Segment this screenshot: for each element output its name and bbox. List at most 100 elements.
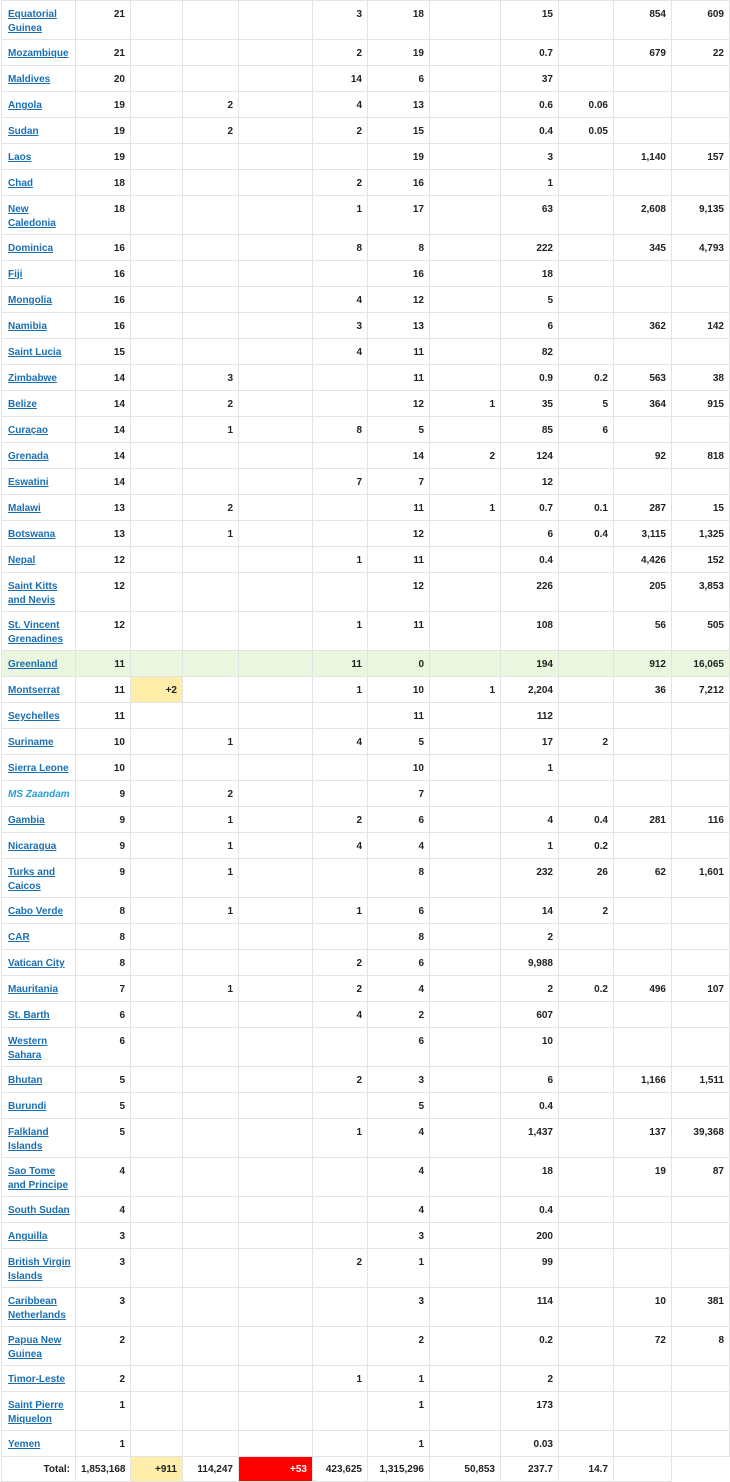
country-link[interactable]: Sao Tome and Principe bbox=[8, 1166, 68, 1191]
total-deaths-cell: 1 bbox=[182, 897, 239, 924]
country-link[interactable]: Yemen bbox=[8, 1439, 40, 1450]
new-deaths-cell bbox=[238, 442, 313, 469]
country-link[interactable]: South Sudan bbox=[8, 1205, 70, 1216]
total-recovered-cell bbox=[312, 494, 368, 521]
tests-per-1m-cell: 16,065 bbox=[671, 650, 730, 677]
country-link[interactable]: St. Barth bbox=[8, 1010, 50, 1021]
active-cases-cell: 4 bbox=[367, 1157, 430, 1197]
country-link[interactable]: Anguilla bbox=[8, 1231, 47, 1242]
new-cases-cell bbox=[130, 143, 183, 170]
country-link[interactable]: British Virgin Islands bbox=[8, 1257, 71, 1282]
deaths-per-1m-cell bbox=[558, 572, 614, 612]
active-cases-cell: 5 bbox=[367, 1092, 430, 1119]
country-link[interactable]: Suriname bbox=[8, 737, 54, 748]
tests-per-1m-cell: 505 bbox=[671, 611, 730, 651]
country-cell: Turks and Caicos bbox=[1, 858, 76, 898]
total-deaths-cell bbox=[182, 676, 239, 703]
total-deaths-cell bbox=[182, 949, 239, 976]
country-link[interactable]: Montserrat bbox=[8, 685, 60, 696]
cases-per-1m-cell: 0.2 bbox=[500, 1326, 559, 1366]
country-link[interactable]: Maldives bbox=[8, 74, 50, 85]
country-link[interactable]: Nicaragua bbox=[8, 841, 56, 852]
country-link[interactable]: Saint Lucia bbox=[8, 347, 61, 358]
total-tests-cell bbox=[613, 286, 672, 313]
country-link[interactable]: Fiji bbox=[8, 269, 22, 280]
total-tests-cell bbox=[613, 1196, 672, 1223]
deaths-per-1m-cell bbox=[558, 39, 614, 66]
country-link[interactable]: Western Sahara bbox=[8, 1036, 47, 1061]
total-cases-cell: 3 bbox=[75, 1222, 131, 1249]
new-deaths-cell bbox=[238, 312, 313, 339]
country-link[interactable]: Saint Pierre Miquelon bbox=[8, 1400, 64, 1425]
country-link[interactable]: Turks and Caicos bbox=[8, 867, 55, 892]
total-tests-cell bbox=[613, 1391, 672, 1431]
total-cases-cell: 16 bbox=[75, 286, 131, 313]
deaths-per-1m-cell bbox=[558, 949, 614, 976]
country-link[interactable]: Chad bbox=[8, 178, 33, 189]
country-link[interactable]: Falkland Islands bbox=[8, 1127, 49, 1152]
country-link[interactable]: Gambia bbox=[8, 815, 45, 826]
country-cell: MS Zaandam bbox=[1, 780, 76, 807]
country-link[interactable]: Burundi bbox=[8, 1101, 46, 1112]
country-cell: Sao Tome and Principe bbox=[1, 1157, 76, 1197]
new-cases-cell bbox=[130, 494, 183, 521]
tests-per-1m-cell: 8 bbox=[671, 1326, 730, 1366]
country-link[interactable]: Equatorial Guinea bbox=[8, 9, 57, 34]
country-link[interactable]: Timor-Leste bbox=[8, 1374, 65, 1385]
country-link[interactable]: Grenada bbox=[8, 451, 49, 462]
active-cases-cell: 11 bbox=[367, 611, 430, 651]
country-link[interactable]: Caribbean Netherlands bbox=[8, 1296, 66, 1321]
country-link[interactable]: New Caledonia bbox=[8, 204, 56, 229]
country-link[interactable]: Malawi bbox=[8, 503, 41, 514]
country-link[interactable]: Seychelles bbox=[8, 711, 60, 722]
country-link[interactable]: Vatican City bbox=[8, 958, 65, 969]
country-link[interactable]: Eswatini bbox=[8, 477, 49, 488]
country-link[interactable]: Sudan bbox=[8, 126, 39, 137]
country-link[interactable]: Dominica bbox=[8, 243, 53, 254]
country-link[interactable]: Mauritania bbox=[8, 984, 58, 995]
country-cell: Bhutan bbox=[1, 1066, 76, 1093]
country-link[interactable]: Mozambique bbox=[8, 48, 69, 59]
country-link[interactable]: Botswana bbox=[8, 529, 55, 540]
tests-per-1m-cell: 3,853 bbox=[671, 572, 730, 612]
country-cell: Timor-Leste bbox=[1, 1365, 76, 1392]
total-deaths-cell: 1 bbox=[182, 832, 239, 859]
country-link[interactable]: Curaçao bbox=[8, 425, 48, 436]
country-cell: Eswatini bbox=[1, 468, 76, 495]
deaths-per-1m-cell bbox=[558, 169, 614, 196]
country-link[interactable]: Belize bbox=[8, 399, 37, 410]
total-cases-cell: 14 bbox=[75, 468, 131, 495]
table-row: Grenada 14 14 2 124 92 818 bbox=[1, 442, 730, 469]
country-link[interactable]: Mongolia bbox=[8, 295, 52, 306]
country-link[interactable]: CAR bbox=[8, 932, 30, 943]
country-link[interactable]: Saint Kitts and Nevis bbox=[8, 581, 57, 606]
table-row: Botswana 13 1 12 6 0.4 3,115 1,325 bbox=[1, 520, 730, 547]
table-row: Dominica 16 8 8 222 345 4,793 bbox=[1, 234, 730, 261]
country-link[interactable]: Nepal bbox=[8, 555, 35, 566]
country-link[interactable]: Angola bbox=[8, 100, 42, 111]
active-cases-cell: 1 bbox=[367, 1430, 430, 1457]
country-link[interactable]: St. Vincent Grenadines bbox=[8, 620, 63, 645]
total-recovered-cell: 8 bbox=[312, 416, 368, 443]
country-link[interactable]: Greenland bbox=[8, 659, 57, 670]
country-link[interactable]: Zimbabwe bbox=[8, 373, 57, 384]
cases-per-1m-cell: 6 bbox=[500, 312, 559, 339]
country-cell: Namibia bbox=[1, 312, 76, 339]
serious-critical-cell bbox=[429, 338, 501, 365]
country-link[interactable]: Laos bbox=[8, 152, 31, 163]
deaths-per-1m-cell: 0.06 bbox=[558, 91, 614, 118]
deaths-per-1m-cell: 0.2 bbox=[558, 832, 614, 859]
cases-per-1m-cell: 124 bbox=[500, 442, 559, 469]
total-deaths-cell bbox=[182, 468, 239, 495]
deaths-per-1m-cell bbox=[558, 1118, 614, 1158]
country-link[interactable]: Cabo Verde bbox=[8, 906, 63, 917]
table-row: South Sudan 4 4 0.4 bbox=[1, 1196, 730, 1223]
country-link[interactable]: Papua New Guinea bbox=[8, 1335, 61, 1360]
country-link[interactable]: Sierra Leone bbox=[8, 763, 69, 774]
country-link[interactable]: Namibia bbox=[8, 321, 47, 332]
total-deaths-cell bbox=[182, 1391, 239, 1431]
serious-critical-cell bbox=[429, 1157, 501, 1197]
country-link[interactable]: Bhutan bbox=[8, 1075, 42, 1086]
serious-critical-cell: 1 bbox=[429, 676, 501, 703]
serious-critical-cell bbox=[429, 806, 501, 833]
